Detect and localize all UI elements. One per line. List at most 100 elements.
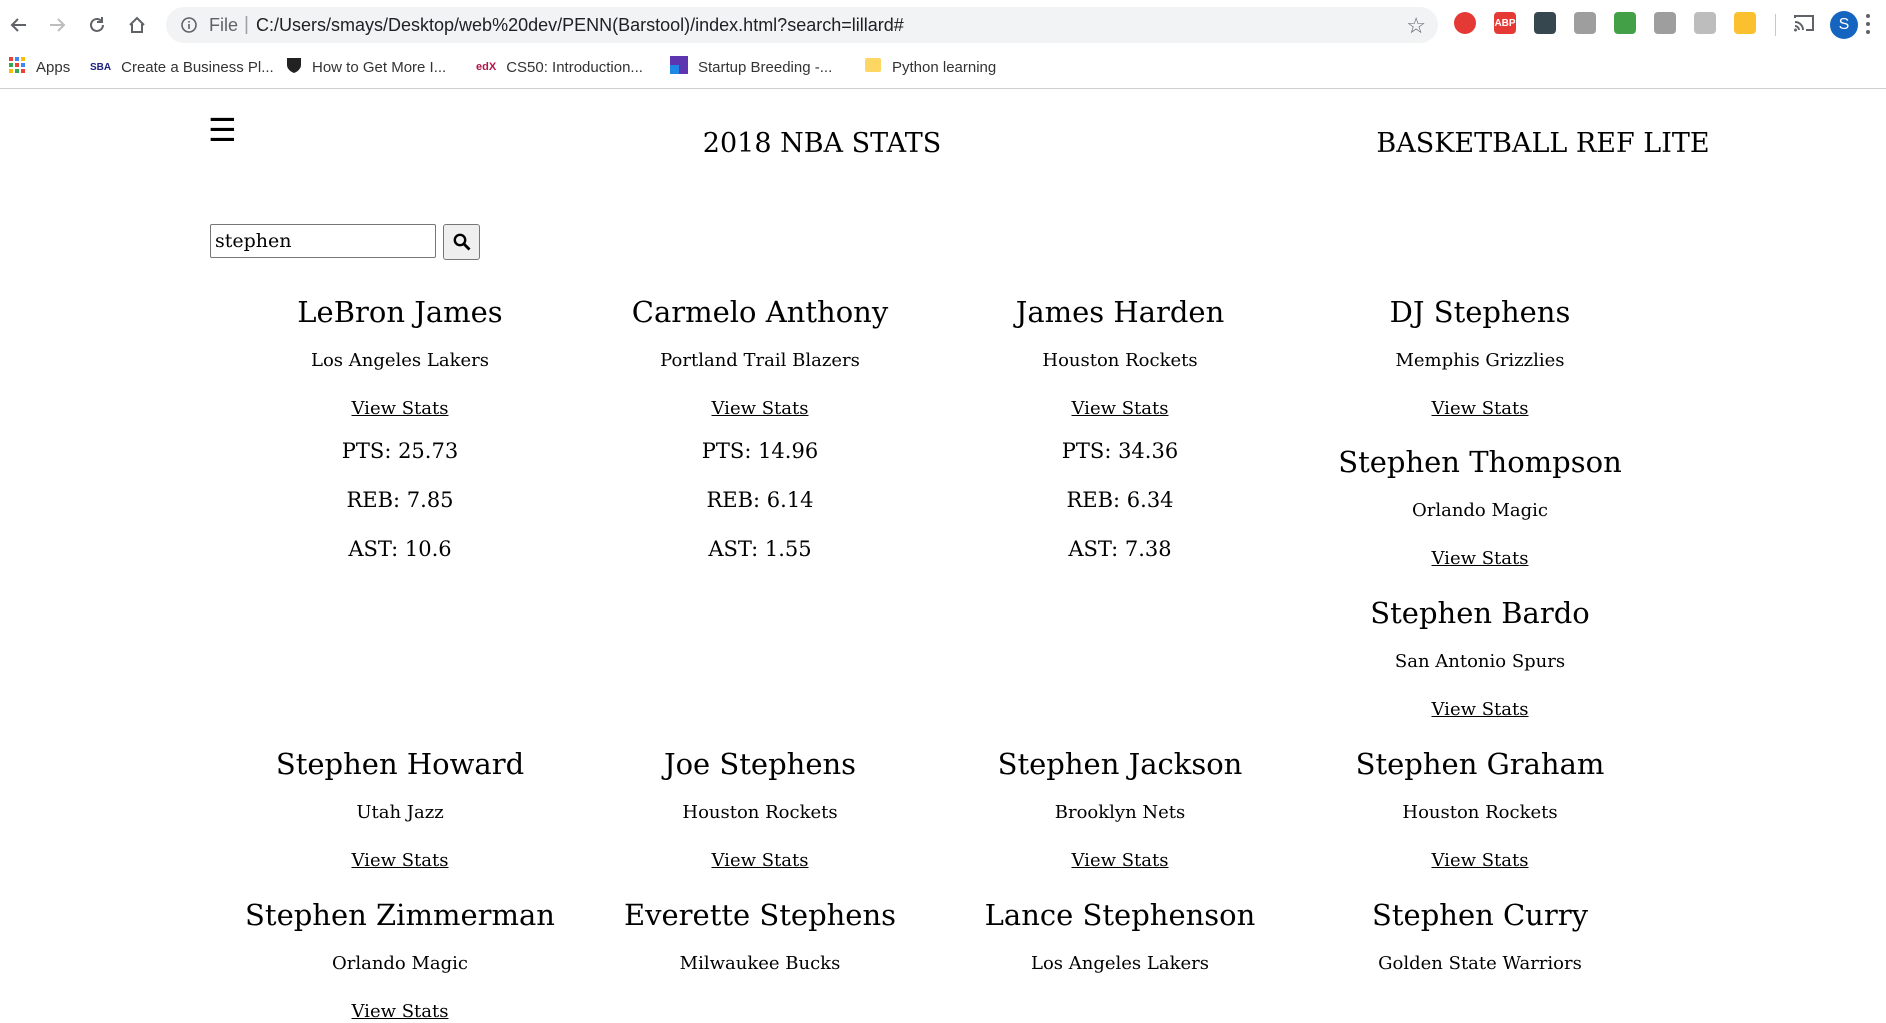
player-team: Houston Rockets [682,802,838,823]
player-team: Milwaukee Bucks [679,953,841,974]
view-stats-link[interactable]: View Stats [1432,548,1529,570]
search-input[interactable] [210,224,436,258]
points-stat: PTS: 25.73 [341,439,459,463]
player-name: DJ Stephens [1389,295,1571,329]
color-wheel-icon[interactable] [1734,12,1756,34]
rebounds-stat: REB: 6.14 [706,488,814,512]
search-icon [453,233,470,251]
player-team: Memphis Grizzlies [1395,350,1565,371]
player-team: Orlando Magic [1411,500,1549,521]
rebounds-stat: REB: 7.85 [346,488,454,512]
landscape-ext-icon[interactable] [1614,12,1636,34]
adblock-stop-icon[interactable] [1454,12,1476,34]
player-team: Golden State Warriors [1378,953,1582,974]
player-name: LeBron James [297,295,503,329]
rebounds-stat: REB: 6.34 [1066,488,1174,512]
view-stats-link[interactable]: View Stats [1072,398,1169,420]
view-stats-link[interactable]: View Stats [712,398,809,420]
bookmark-apps[interactable]: Apps [8,56,70,78]
view-stats-link[interactable]: View Stats [352,850,449,872]
page-title: 2018 NBA STATS [702,128,942,159]
player-card: Stephen Bardo San Antonio Spurs View Stats [1300,595,1660,721]
camera-icon[interactable] [1654,12,1676,34]
check-ext-icon[interactable] [1574,12,1596,34]
view-stats-link[interactable]: View Stats [352,1001,449,1023]
script-ext-icon[interactable] [1694,12,1716,34]
player-team: Utah Jazz [356,802,444,823]
view-stats-link[interactable]: View Stats [712,850,809,872]
abp-icon[interactable]: ABP [1494,12,1516,34]
profile-avatar[interactable]: S [1830,11,1858,39]
bookmark-startup-breeding[interactable]: Startup Breeding -... [670,56,832,78]
view-stats-link[interactable]: View Stats [1432,699,1529,721]
player-name: James Harden [1015,295,1225,329]
back-arrow-icon[interactable] [2,8,36,42]
forward-arrow-icon[interactable] [40,8,74,42]
startup-logo-icon [670,56,688,78]
view-stats-link[interactable]: View Stats [1432,398,1529,420]
assists-stat: AST: 1.55 [708,537,812,561]
player-card: Joe Stephens Houston Rockets View Stats [580,746,940,872]
player-card: Stephen Thompson Orlando Magic View Stats [1300,444,1660,570]
cast-icon[interactable] [1792,12,1816,34]
bookmark-label: Startup Breeding -... [698,58,833,76]
view-stats-link[interactable]: View Stats [1432,850,1529,872]
bookmark-how-to[interactable]: How to Get More I... [286,56,446,78]
view-stats-link[interactable]: View Stats [352,398,449,420]
player-card: Stephen Graham Houston Rockets View Stats [1300,746,1660,872]
bookmark-business-plan[interactable]: SBA Create a Business Pl... [90,56,274,78]
player-name: Stephen Howard [275,747,525,781]
apps-grid-icon [8,56,26,78]
browser-chrome: File | C:/Users/smays/Desktop/web%20dev/… [0,0,1886,89]
points-stat: PTS: 14.96 [701,439,819,463]
info-icon[interactable] [178,14,200,36]
reload-icon[interactable] [80,8,114,42]
player-name: Everette Stephens [623,898,897,932]
player-card: Stephen Howard Utah Jazz View Stats [220,746,580,872]
player-team: Houston Rockets [1042,350,1198,371]
player-team: Orlando Magic [331,953,469,974]
search-button[interactable] [443,224,480,260]
player-team: Los Angeles Lakers [1031,953,1209,974]
player-name: Lance Stephenson [984,898,1256,932]
file-scheme-label: File [209,15,239,35]
folder-icon [864,56,882,78]
bookmarks-bar: Apps SBA Create a Business Pl... How to … [0,52,1886,80]
player-name: Carmelo Anthony [631,295,889,329]
bookmark-label: CS50: Introduction... [506,58,643,76]
player-card: LeBron James Los Angeles Lakers View Stats… [220,294,580,562]
player-card: DJ Stephens Memphis Grizzlies View Stats [1300,294,1660,420]
player-name: Joe Stephens [663,747,857,781]
player-name: Stephen Bardo [1370,596,1590,630]
home-icon[interactable] [120,8,154,42]
scheme-divider: | [244,14,249,35]
address-bar[interactable]: File | C:/Users/smays/Desktop/web%20dev/… [166,7,1438,43]
view-stats-link[interactable]: View Stats [1072,850,1169,872]
hamburger-menu-icon[interactable]: ☰ [208,110,237,150]
more-menu-icon[interactable] [1866,14,1872,38]
player-team: Los Angeles Lakers [311,350,489,371]
player-card: Stephen Jackson Brooklyn Nets View Stats [940,746,1300,872]
edx-logo-icon: edX [476,61,497,73]
bookmark-python-learning[interactable]: Python learning [864,56,996,78]
player-name: Stephen Graham [1355,747,1605,781]
player-card: James Harden Houston Rockets View Stats PTS… [940,294,1300,562]
player-team: San Antonio Spurs [1394,651,1566,672]
points-stat: PTS: 34.36 [1061,439,1179,463]
player-team: Houston Rockets [1402,802,1558,823]
dark-ext-icon[interactable] [1534,12,1556,34]
bookmark-star-icon[interactable]: ☆ [1406,13,1426,39]
player-team: Brooklyn Nets [1054,802,1186,823]
assists-stat: AST: 7.38 [1068,537,1172,561]
shield-logo-icon [286,56,302,78]
bookmark-label: Apps [36,58,71,76]
player-card: Stephen Zimmerman Orlando Magic View Stats [220,897,580,1023]
url-text[interactable]: C:/Users/smays/Desktop/web%20dev/PENN(Ba… [256,15,904,36]
bookmark-label: How to Get More I... [312,58,447,76]
bookmark-label: Create a Business Pl... [121,58,274,76]
assists-stat: AST: 10.6 [348,537,452,561]
player-name: Stephen Curry [1372,898,1588,932]
player-name: Stephen Zimmerman [245,898,555,932]
bookmark-cs50[interactable]: edX CS50: Introduction... [476,56,643,78]
player-card: Stephen Curry Golden State Warriors [1300,897,1660,975]
